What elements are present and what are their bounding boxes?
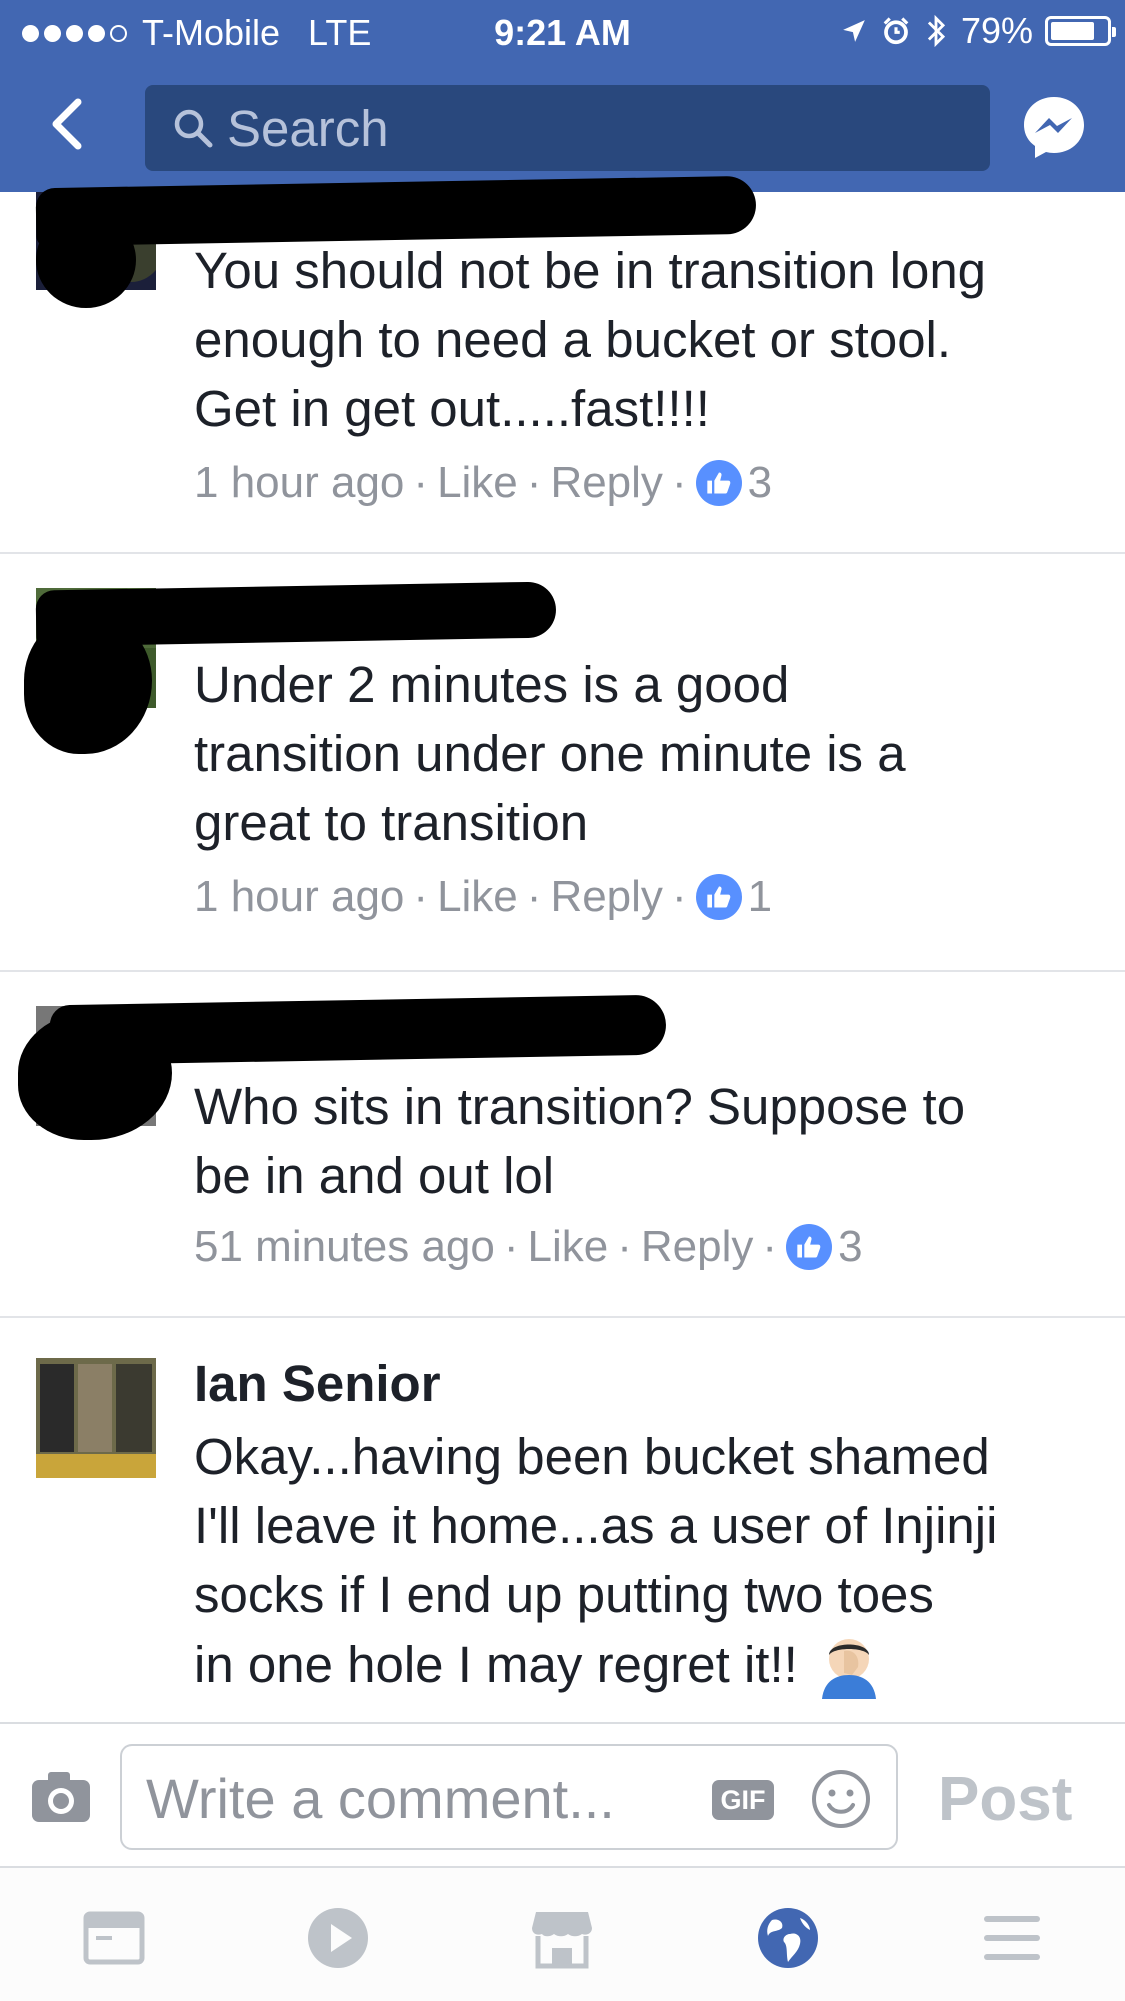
thumbs-up-icon xyxy=(786,1224,833,1270)
emoji-button[interactable] xyxy=(810,1768,872,1830)
comment-item: Who sits in transition? Suppose to be in… xyxy=(0,972,1125,1318)
back-button[interactable] xyxy=(40,94,100,154)
reply-link[interactable]: Reply xyxy=(550,872,663,922)
comment-meta: 1 hour ago · Like · Reply · 3 xyxy=(194,458,773,508)
avatar[interactable] xyxy=(36,1358,156,1478)
reply-link[interactable]: Reply xyxy=(641,1222,754,1272)
post-button[interactable]: Post xyxy=(938,1764,1072,1835)
tab-news-feed[interactable] xyxy=(82,1906,146,1970)
comment-input[interactable]: Write a comment... GIF xyxy=(120,1744,898,1850)
menu-icon xyxy=(984,1916,1040,1960)
messenger-icon xyxy=(1024,97,1084,158)
search-placeholder: Search xyxy=(227,99,389,157)
tab-marketplace[interactable] xyxy=(530,1906,594,1970)
thumbs-up-icon xyxy=(695,874,742,920)
like-link[interactable]: Like xyxy=(528,1222,609,1272)
bluetooth-icon xyxy=(927,14,946,48)
camera-button[interactable] xyxy=(30,1768,92,1826)
comment-timestamp: 51 minutes ago xyxy=(194,1222,495,1271)
smiley-icon xyxy=(812,1770,870,1828)
comment-item: Under 2 minutes is a good transition und… xyxy=(0,554,1125,972)
face-palm-emoji-icon xyxy=(821,1639,876,1699)
status-bar: T-Mobile LTE 9:21 AM 79% xyxy=(0,0,1125,62)
search-icon xyxy=(174,109,213,148)
messenger-button[interactable] xyxy=(1020,93,1088,161)
comment-author[interactable]: Ian Senior xyxy=(194,1354,441,1413)
comment-placeholder: Write a comment... xyxy=(146,1767,615,1830)
search-input[interactable]: Search xyxy=(145,85,990,171)
comment-text: You should not be in transition long eno… xyxy=(194,242,987,437)
comment-text: Who sits in transition? Suppose to be in… xyxy=(194,1078,966,1204)
comment-text: Under 2 minutes is a good transition und… xyxy=(194,656,906,851)
location-arrow-icon xyxy=(843,20,865,42)
news-feed-icon xyxy=(83,1911,145,1965)
comment-item: You should not be in transition long eno… xyxy=(0,175,1125,554)
alarm-icon xyxy=(883,17,909,45)
chevron-left-icon xyxy=(52,98,82,150)
tab-menu[interactable] xyxy=(980,1906,1044,1970)
redaction-mark xyxy=(36,212,136,308)
comment-item: Ian Senior Okay...having been bucket sha… xyxy=(0,1318,1125,1722)
comment-meta: 51 minutes ago · Like · Reply · 3 xyxy=(194,1222,863,1272)
top-bar: T-Mobile LTE 9:21 AM 79% Search xyxy=(0,0,1125,192)
notifications-globe-icon xyxy=(758,1908,818,1968)
like-link[interactable]: Like xyxy=(437,872,518,922)
comment-timestamp: 1 hour ago xyxy=(194,872,405,921)
redaction-mark xyxy=(24,614,152,754)
marketplace-icon xyxy=(532,1912,592,1969)
reply-link[interactable]: Reply xyxy=(550,458,663,508)
tab-video[interactable] xyxy=(306,1906,370,1970)
comment-meta: 1 hour ago · Like · Reply · 1 xyxy=(194,872,773,922)
tab-notifications[interactable] xyxy=(756,1906,820,1970)
gif-button[interactable]: GIF xyxy=(712,1780,774,1820)
like-link[interactable]: Like xyxy=(437,458,518,508)
video-play-icon xyxy=(308,1908,368,1968)
navigation-bar: Search xyxy=(0,80,1125,171)
comment-text: Okay...having been bucket shamed I'll le… xyxy=(194,1422,1095,1699)
comment-composer: Write a comment... GIF Post xyxy=(0,1722,1125,1868)
camera-icon xyxy=(32,1772,90,1822)
battery-icon xyxy=(1045,16,1116,46)
battery-percent: 79% xyxy=(960,10,1033,51)
comment-timestamp: 1 hour ago xyxy=(194,458,405,507)
tab-bar xyxy=(0,1868,1125,2001)
thumbs-up-icon xyxy=(695,460,742,506)
reaction-count[interactable]: 1 xyxy=(748,872,772,922)
reaction-count[interactable]: 3 xyxy=(748,458,772,508)
reaction-count[interactable]: 3 xyxy=(838,1222,862,1272)
